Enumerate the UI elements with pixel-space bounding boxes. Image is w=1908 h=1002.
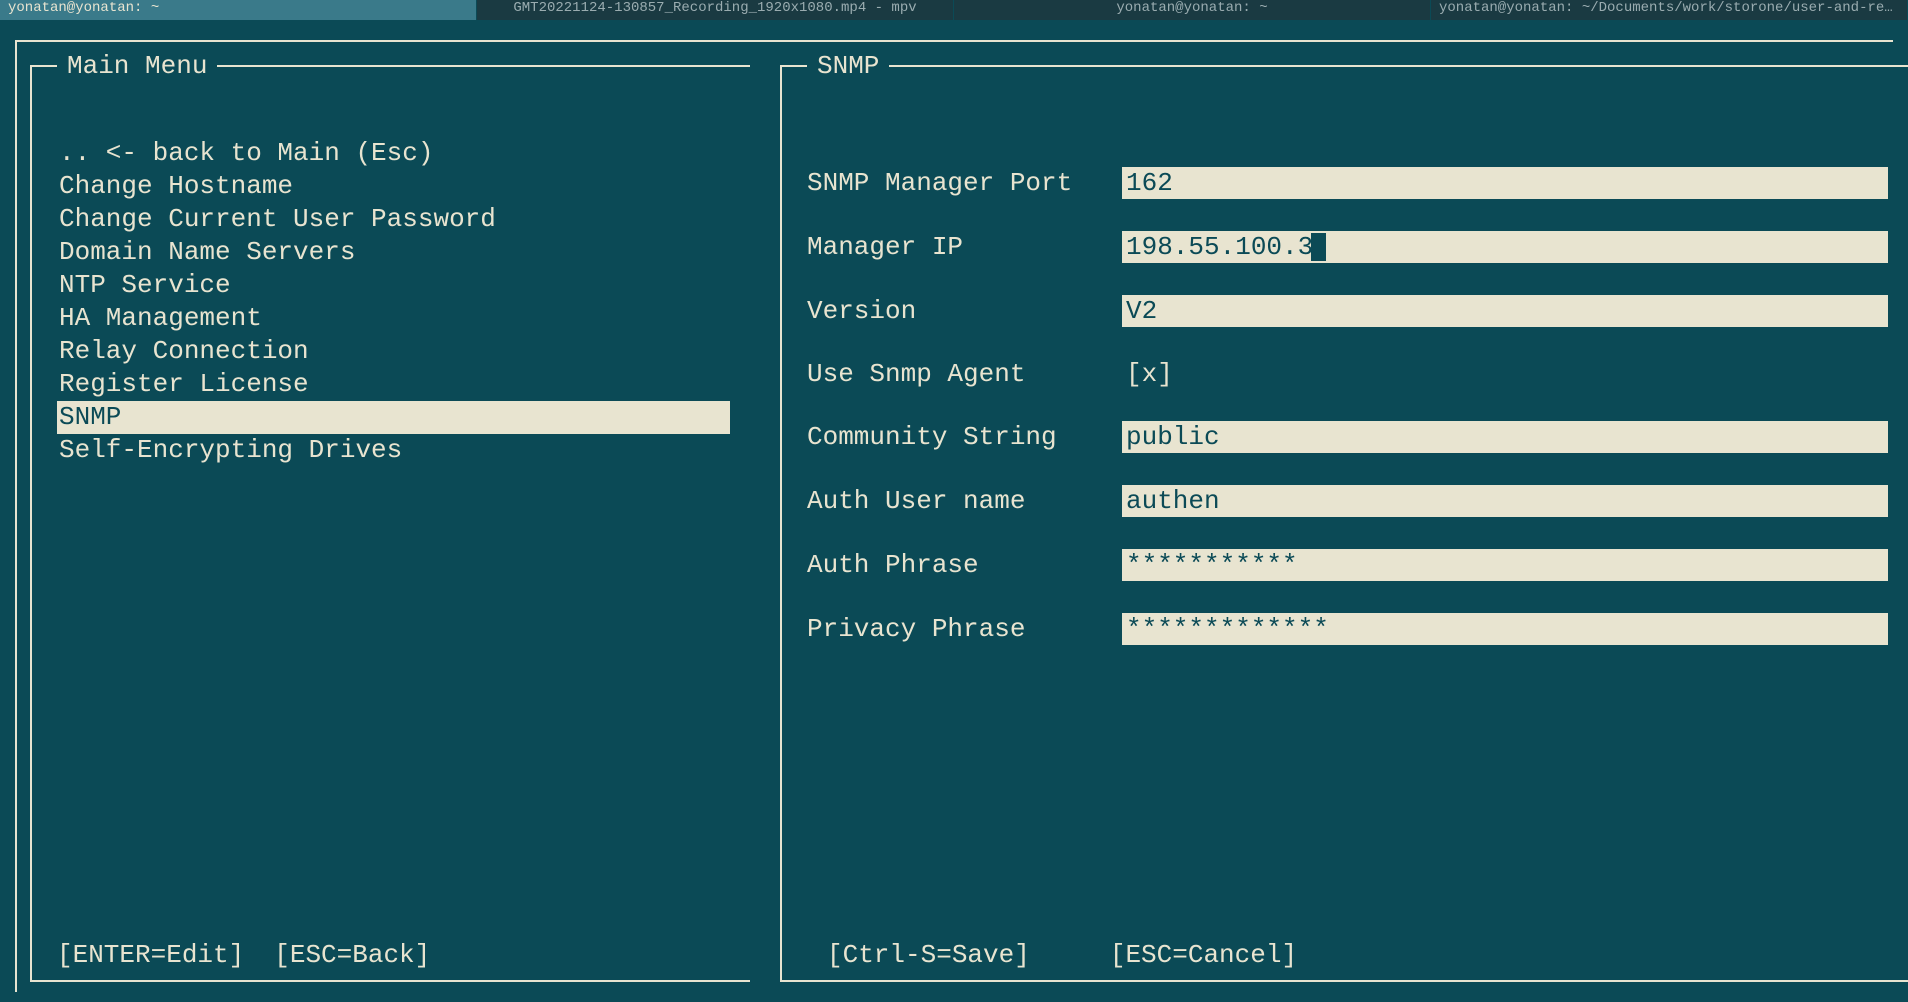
- panels: Main Menu .. <- back to Main (Esc) Chang…: [30, 65, 1908, 982]
- text-cursor-icon: [1311, 233, 1326, 261]
- hint-enter: [ENTER=Edit]: [57, 940, 244, 970]
- form-row-auth-phrase: Auth Phrase: [807, 549, 1888, 581]
- label-auth-phrase: Auth Phrase: [807, 550, 1122, 580]
- menu-item-license[interactable]: Register License: [57, 368, 730, 401]
- hint-save: [Ctrl-S=Save]: [827, 940, 1030, 970]
- input-community[interactable]: [1122, 421, 1888, 453]
- taskbar: yonatan@yonatan: ~ GMT20221124-130857_Re…: [0, 0, 1908, 20]
- main-menu-panel: Main Menu .. <- back to Main (Esc) Chang…: [30, 65, 750, 982]
- form-row-use-agent: Use Snmp Agent [x]: [807, 359, 1888, 389]
- form-row-auth-user: Auth User name: [807, 485, 1888, 517]
- taskbar-item[interactable]: yonatan@yonatan: ~: [954, 0, 1431, 20]
- label-use-agent: Use Snmp Agent: [807, 359, 1122, 389]
- input-manager-port[interactable]: [1122, 167, 1888, 199]
- label-community: Community String: [807, 422, 1122, 452]
- menu-item-snmp[interactable]: SNMP: [57, 401, 730, 434]
- label-auth-user: Auth User name: [807, 486, 1122, 516]
- hint-cancel: [ESC=Cancel]: [1110, 940, 1297, 970]
- input-auth-user[interactable]: [1122, 485, 1888, 517]
- main-container: Main Menu .. <- back to Main (Esc) Chang…: [0, 20, 1908, 1002]
- taskbar-item[interactable]: GMT20221124-130857_Recording_1920x1080.m…: [477, 0, 954, 20]
- snmp-form: SNMP Manager Port Manager IP 198.55.100.…: [807, 167, 1888, 645]
- footer-hints-right: [Ctrl-S=Save] [ESC=Cancel]: [807, 940, 1883, 970]
- taskbar-item[interactable]: yonatan@yonatan: ~/Documents/work/storon…: [1431, 0, 1908, 20]
- label-version: Version: [807, 296, 1122, 326]
- form-row-privacy-phrase: Privacy Phrase: [807, 613, 1888, 645]
- menu-items: .. <- back to Main (Esc) Change Hostname…: [57, 137, 730, 467]
- checkbox-use-agent[interactable]: [x]: [1122, 359, 1173, 389]
- menu-item-hostname[interactable]: Change Hostname: [57, 170, 730, 203]
- menu-item-ha[interactable]: HA Management: [57, 302, 730, 335]
- menu-item-dns[interactable]: Domain Name Servers: [57, 236, 730, 269]
- menu-item-password[interactable]: Change Current User Password: [57, 203, 730, 236]
- menu-item-back[interactable]: .. <- back to Main (Esc): [57, 137, 730, 170]
- input-manager-ip-value: 198.55.100.3: [1126, 232, 1313, 262]
- panel-title: SNMP: [807, 51, 889, 81]
- snmp-panel: SNMP SNMP Manager Port Manager IP 198.55…: [780, 65, 1908, 982]
- menu-item-sed[interactable]: Self-Encrypting Drives: [57, 434, 730, 467]
- label-manager-port: SNMP Manager Port: [807, 168, 1122, 198]
- input-version[interactable]: [1122, 295, 1888, 327]
- panel-title: Main Menu: [57, 51, 217, 81]
- input-privacy-phrase[interactable]: [1122, 613, 1888, 645]
- menu-item-relay[interactable]: Relay Connection: [57, 335, 730, 368]
- form-row-version: Version: [807, 295, 1888, 327]
- form-row-manager-ip: Manager IP 198.55.100.3: [807, 231, 1888, 263]
- taskbar-item[interactable]: yonatan@yonatan: ~: [0, 0, 477, 20]
- label-manager-ip: Manager IP: [807, 232, 1122, 262]
- menu-item-ntp[interactable]: NTP Service: [57, 269, 730, 302]
- footer-hints-left: [ENTER=Edit] [ESC=Back]: [57, 940, 725, 970]
- form-row-community: Community String: [807, 421, 1888, 453]
- hint-esc: [ESC=Back]: [274, 940, 430, 970]
- form-row-manager-port: SNMP Manager Port: [807, 167, 1888, 199]
- input-manager-ip[interactable]: 198.55.100.3: [1122, 231, 1888, 263]
- label-privacy-phrase: Privacy Phrase: [807, 614, 1122, 644]
- input-auth-phrase[interactable]: [1122, 549, 1888, 581]
